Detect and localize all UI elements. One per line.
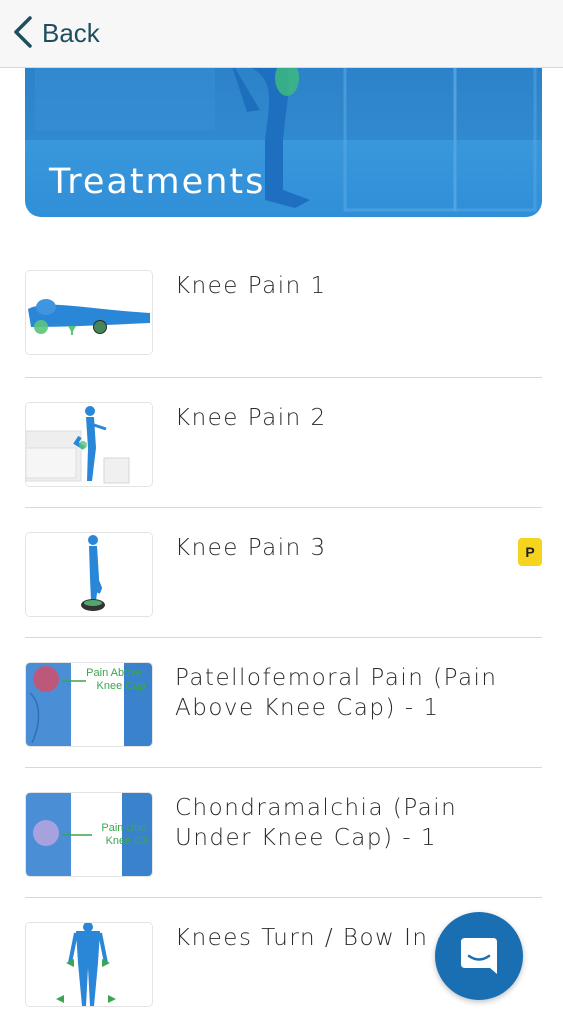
nav-bar: Back — [0, 0, 563, 68]
treatment-row-knee-pain-3[interactable]: Knee Pain 3 P — [25, 509, 542, 638]
treatment-title: Knee Pain 1 — [175, 273, 327, 299]
treatment-title: Knee Pain 3 — [175, 535, 327, 561]
svg-text:Knee Ca: Knee Ca — [106, 835, 150, 847]
chevron-left-icon — [12, 15, 34, 53]
treatment-title: Patellofemoral Pain (Pain Above Knee Cap… — [175, 665, 498, 721]
treatment-thumbnail — [25, 402, 153, 487]
treatment-row-knee-pain-2[interactable]: Knee Pain 2 — [25, 379, 542, 508]
treatment-title: Chondramalchia (Pain Under Knee Cap) - 1 — [175, 795, 458, 851]
chat-button[interactable] — [435, 912, 523, 1000]
treatment-thumbnail — [25, 532, 153, 617]
treatment-row-patellofemoral-pain[interactable]: Pain Above Knee Cap Patellofemoral Pain … — [25, 639, 542, 768]
page-title: Treatments — [49, 162, 266, 202]
treatment-thumbnail — [25, 270, 153, 355]
treatment-thumbnail: Pain Und Knee Ca — [25, 792, 153, 877]
back-button[interactable]: Back — [12, 15, 100, 53]
svg-text:Pain Above: Pain Above — [86, 667, 142, 679]
back-label: Back — [42, 18, 100, 48]
treatment-row-chondramalchia[interactable]: Pain Und Knee Ca Chondramalchia (Pain Un… — [25, 769, 542, 898]
treatment-thumbnail — [25, 922, 153, 1007]
premium-badge: P — [518, 538, 542, 566]
treatment-list: Knee Pain 1 Knee Pain 2 Knee Pain 3 P Pa… — [0, 247, 563, 1028]
svg-text:Knee Cap: Knee Cap — [97, 680, 146, 692]
treatment-title: Knee Pain 2 — [175, 405, 327, 431]
treatment-thumbnail: Pain Above Knee Cap — [25, 662, 153, 747]
svg-text:Pain Und: Pain Und — [101, 822, 146, 834]
treatment-row-knee-pain-1[interactable]: Knee Pain 1 — [25, 247, 542, 378]
